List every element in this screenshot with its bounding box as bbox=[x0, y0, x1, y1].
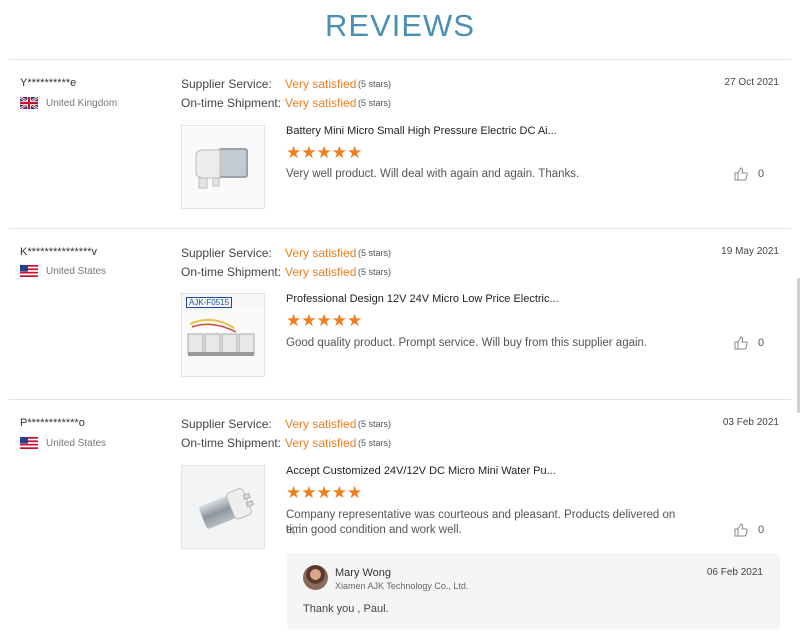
divider bbox=[9, 59, 791, 60]
divider bbox=[9, 228, 791, 229]
shipment-label: On-time Shipment: bbox=[181, 265, 282, 279]
review-date: 27 Oct 2021 bbox=[724, 77, 779, 88]
us-flag-icon bbox=[20, 437, 38, 449]
product-name-link[interactable]: Accept Customized 24V/12V DC Micro Mini … bbox=[286, 465, 556, 477]
supplier-reply: Mary Wong Xiamen AJK Technology Co., Ltd… bbox=[287, 553, 780, 629]
reviewer-name: K***************v bbox=[20, 246, 98, 258]
supplier-service-label: Supplier Service: bbox=[181, 77, 272, 91]
supplier-stars: (5 stars) bbox=[358, 248, 392, 258]
reviewer-country: United States bbox=[20, 437, 106, 449]
uk-flag-icon bbox=[20, 97, 38, 109]
product-name-link[interactable]: Professional Design 12V 24V Micro Low Pr… bbox=[286, 293, 559, 305]
product-name-link[interactable]: Battery Mini Micro Small High Pressure E… bbox=[286, 125, 557, 137]
reviewer-name: P************o bbox=[20, 417, 85, 429]
supplier-rating: Very satisfied bbox=[285, 77, 357, 91]
review-comment: Good quality product. Prompt service. Wi… bbox=[286, 337, 648, 349]
country-label: United Kingdom bbox=[46, 97, 118, 109]
supplier-rating: Very satisfied bbox=[285, 246, 357, 260]
avatar bbox=[303, 565, 328, 590]
like-count: 0 bbox=[758, 337, 765, 349]
shipment-rating: Very satisfied bbox=[285, 265, 357, 279]
rating-stars: ★★★★★ bbox=[286, 311, 363, 330]
reply-date: 06 Feb 2021 bbox=[706, 567, 763, 578]
shipment-rating: Very satisfied bbox=[285, 96, 357, 110]
review-date: 19 May 2021 bbox=[721, 246, 779, 257]
product-thumbnail[interactable] bbox=[181, 125, 265, 209]
supplier-service-label: Supplier Service: bbox=[181, 246, 272, 260]
reply-author: Mary Wong bbox=[335, 567, 392, 579]
thumbs-up-icon bbox=[734, 336, 748, 350]
us-flag-icon bbox=[20, 265, 38, 277]
supplier-stars: (5 stars) bbox=[358, 419, 392, 429]
like-button[interactable]: 0 bbox=[734, 336, 764, 350]
supplier-stars: (5 stars) bbox=[358, 79, 392, 89]
shipment-stars: (5 stars) bbox=[358, 267, 392, 277]
reply-text: Thank you , Paul. bbox=[303, 603, 389, 615]
page-title: REVIEWS bbox=[325, 8, 475, 43]
supplier-service-label: Supplier Service: bbox=[181, 417, 272, 431]
shipment-stars: (5 stars) bbox=[358, 98, 392, 108]
rating-stars: ★★★★★ bbox=[286, 143, 363, 162]
review-date: 03 Feb 2021 bbox=[722, 417, 779, 428]
supplier-rating: Very satisfied bbox=[285, 417, 357, 431]
reviewer-country: United Kingdom bbox=[20, 97, 117, 109]
like-button[interactable]: 0 bbox=[734, 167, 764, 181]
thumbs-up-icon bbox=[734, 167, 748, 181]
product-thumbnail[interactable] bbox=[181, 465, 265, 549]
review-comment: Very well product. Will deal with again … bbox=[286, 168, 580, 180]
reviewer-country: United States bbox=[20, 265, 106, 277]
like-count: 0 bbox=[758, 168, 765, 180]
review-comment-line: e, in good condition and work well. bbox=[286, 524, 462, 536]
like-button[interactable]: 0 bbox=[734, 523, 764, 537]
country-label: United States bbox=[46, 437, 107, 449]
divider bbox=[9, 399, 791, 400]
reply-company: Xiamen AJK Technology Co., Ltd. bbox=[335, 581, 469, 591]
product-thumbnail[interactable]: AJK-F0515 bbox=[181, 293, 265, 377]
shipment-rating: Very satisfied bbox=[285, 436, 357, 450]
reviewer-name: Y**********e bbox=[20, 77, 77, 89]
shipment-label: On-time Shipment: bbox=[181, 436, 282, 450]
like-count: 0 bbox=[758, 524, 765, 536]
rating-stars: ★★★★★ bbox=[286, 483, 363, 502]
country-label: United States bbox=[46, 265, 107, 277]
shipment-label: On-time Shipment: bbox=[181, 96, 282, 110]
shipment-stars: (5 stars) bbox=[358, 438, 392, 448]
thumbs-up-icon bbox=[734, 523, 748, 537]
